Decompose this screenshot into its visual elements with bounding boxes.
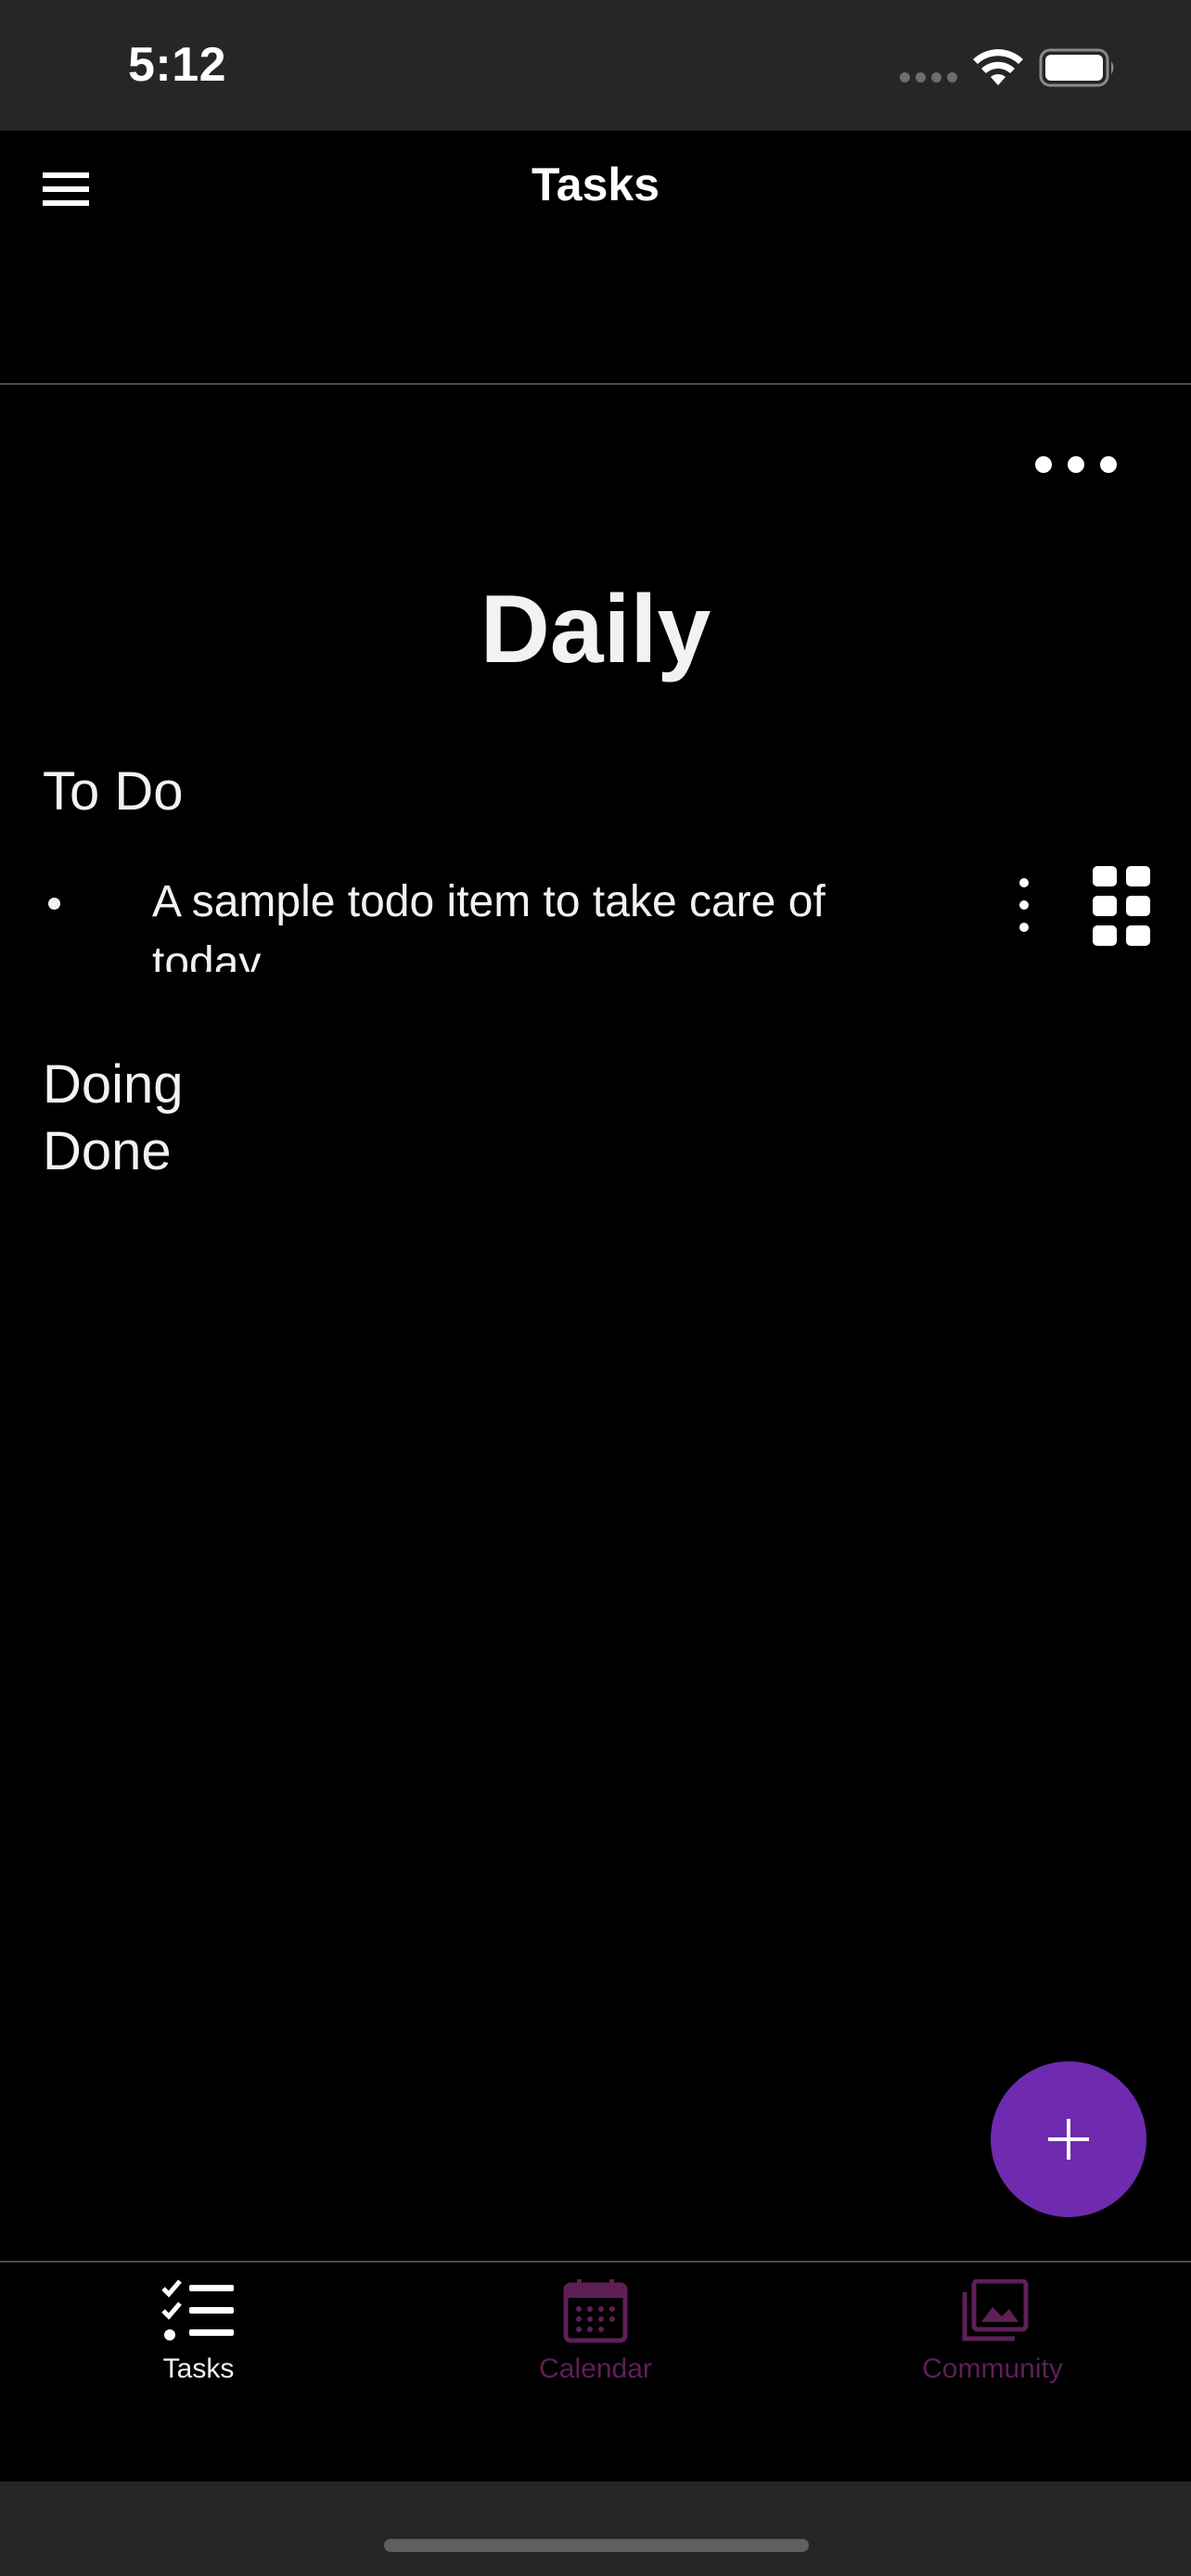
photo-library-icon [962,2279,1029,2341]
signal-icon [900,72,957,83]
calendar-icon [563,2279,628,2343]
battery-icon [1039,48,1114,87]
plus-icon [1048,2119,1089,2160]
drag-handle-icon[interactable] [1093,866,1150,946]
wifi-icon [973,49,1023,85]
tab-tasks-label: Tasks [162,2353,235,2384]
section-todo-label: To Do [43,761,184,822]
section-done-label: Done [43,1121,172,1181]
list-item[interactable]: A sample todo item to take care of today [0,853,1191,972]
tab-calendar-label: Calendar [539,2353,652,2384]
more-vertical-icon[interactable] [1013,875,1035,935]
tab-tasks[interactable]: Tasks [0,2279,397,2385]
bullet-icon [48,898,60,910]
section-doing-label: Doing [43,1054,184,1115]
add-task-button[interactable] [991,2061,1146,2217]
status-bar: 5:12 [0,0,1191,131]
tab-calendar[interactable]: Calendar [397,2279,794,2385]
home-bar-area [0,2481,1191,2576]
status-time: 5:12 [128,38,227,92]
tab-community-label: Community [922,2353,1063,2384]
more-horizontal-icon[interactable] [1030,451,1122,478]
home-indicator[interactable] [384,2539,809,2552]
todo-item-text[interactable]: A sample todo item to take care of today [152,872,876,972]
page-title: Tasks [531,159,660,210]
checklist-icon [161,2279,234,2340]
list-title: Daily [480,576,711,683]
tab-community[interactable]: Community [794,2279,1191,2385]
